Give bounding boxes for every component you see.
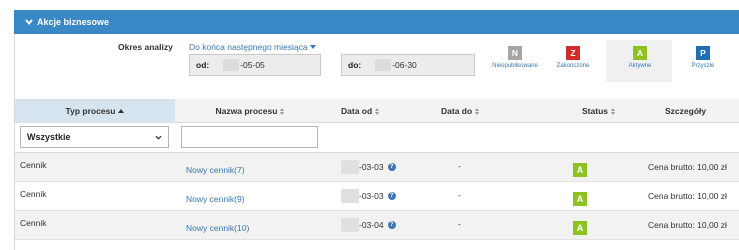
status-box: Z — [566, 46, 580, 60]
sort-icon — [475, 107, 480, 115]
help-icon[interactable]: ? — [387, 191, 396, 200]
cell-date-from: -03-04 ? — [341, 210, 396, 239]
status-box: A — [633, 46, 647, 60]
date-from-text: -03-03 — [359, 190, 384, 201]
cell-type: Cennik — [20, 188, 47, 199]
status-badge: A — [573, 162, 587, 177]
cell-date-to: - — [458, 160, 461, 171]
column-header-date-to[interactable]: Data do — [425, 99, 525, 123]
redacted-mask — [375, 59, 392, 71]
name-filter-input[interactable] — [181, 126, 318, 148]
chevron-down-icon — [155, 135, 162, 140]
redacted-mask — [223, 59, 240, 71]
column-header-status[interactable]: Status — [525, 99, 625, 123]
section-header[interactable]: Akcje biznesowe — [14, 10, 739, 34]
table-row[interactable]: Cennik Nowy cennik(10) -03-04 ? - A Cena… — [15, 211, 739, 240]
column-label: Data od — [341, 106, 373, 116]
cell-status: A — [573, 213, 587, 242]
cell-type: Cennik — [20, 217, 47, 228]
cell-date-to: - — [458, 189, 461, 200]
cell-status: A — [573, 184, 587, 213]
date-to-value: -06-30 — [392, 60, 417, 70]
status-filter-finished[interactable]: Z Zakończone — [543, 46, 603, 69]
status-filter-future[interactable]: P Przyszłe — [673, 46, 733, 69]
period-value: Do końca następnego miesiąca — [189, 42, 308, 52]
status-caption: Nieopublikowane — [492, 63, 538, 69]
cell-date-to: - — [458, 218, 461, 229]
sort-icon — [280, 107, 285, 115]
status-filter-active[interactable]: A Aktywne — [610, 46, 670, 69]
column-label: Szczegóły — [665, 106, 707, 116]
column-label: Nazwa procesu — [215, 106, 278, 116]
caret-down-icon — [309, 45, 316, 49]
status-caption: Zakończone — [556, 63, 590, 69]
date-from-text: -03-03 — [359, 161, 384, 172]
period-label: Okres analizy — [118, 42, 173, 52]
date-to-label: do: — [348, 60, 362, 70]
status-badge: A — [573, 191, 587, 206]
process-name-link[interactable]: Nowy cennik(9) — [186, 184, 245, 213]
type-filter-value: Wszystkie — [27, 132, 71, 142]
process-name-link[interactable]: Nowy cennik(7) — [186, 155, 245, 184]
cell-status: A — [573, 155, 587, 184]
redacted-mask — [341, 217, 359, 232]
date-from-text: -03-04 — [359, 219, 384, 230]
column-header-name[interactable]: Nazwa procesu — [175, 99, 325, 123]
table-row[interactable]: Cennik Nowy cennik(9) -03-03 ? - A Cena … — [15, 182, 739, 211]
table-row[interactable]: Cennik Nowy cennik(7) -03-03 ? - A Cena … — [15, 153, 739, 182]
column-header-date-from[interactable]: Data od — [325, 99, 425, 123]
date-from-field[interactable]: od: -05-05 — [189, 54, 321, 76]
type-filter-select[interactable]: Wszystkie — [20, 126, 169, 148]
cell-details: Cena brutto: 10,00 zł — [648, 219, 727, 230]
column-label: Data do — [441, 106, 473, 116]
cell-details: Cena brutto: 10,00 zł — [648, 161, 727, 172]
date-from-label: od: — [196, 60, 210, 70]
sort-icon — [611, 107, 615, 115]
status-badge: A — [573, 220, 587, 235]
sort-asc-icon — [118, 109, 125, 113]
chevron-down-icon — [25, 19, 33, 26]
section-title: Akcje biznesowe — [37, 17, 110, 27]
column-header-details: Szczegóły — [625, 99, 739, 123]
date-from-value: -05-05 — [240, 60, 265, 70]
status-caption: Przyszłe — [691, 63, 715, 69]
process-name-link[interactable]: Nowy cennik(10) — [186, 213, 249, 242]
status-caption: Aktywne — [628, 63, 652, 69]
column-label: Status — [582, 106, 608, 116]
help-icon[interactable]: ? — [387, 162, 396, 171]
redacted-mask — [341, 159, 359, 174]
status-filter-unpublished[interactable]: N Nieopublikowane — [485, 46, 545, 69]
column-header-type[interactable]: Typ procesu — [15, 99, 175, 123]
table-header: Typ procesu Nazwa procesu Data od Data d… — [15, 99, 739, 123]
cell-details: Cena brutto: 10,00 zł — [648, 190, 727, 201]
status-box: P — [696, 46, 710, 60]
cell-date-from: -03-03 ? — [341, 181, 396, 210]
processes-table: Typ procesu Nazwa procesu Data od Data d… — [15, 99, 739, 240]
status-box: N — [508, 46, 522, 60]
cell-date-from: -03-03 ? — [341, 152, 396, 181]
date-to-field[interactable]: do: -06-30 — [341, 54, 475, 76]
period-dropdown[interactable]: Do końca następnego miesiąca — [189, 42, 316, 52]
column-label: Typ procesu — [65, 106, 116, 116]
table-filter-row: Wszystkie — [15, 123, 739, 153]
help-icon[interactable]: ? — [387, 220, 396, 229]
sort-icon — [375, 107, 380, 115]
cell-type: Cennik — [20, 159, 47, 170]
redacted-mask — [341, 188, 359, 203]
